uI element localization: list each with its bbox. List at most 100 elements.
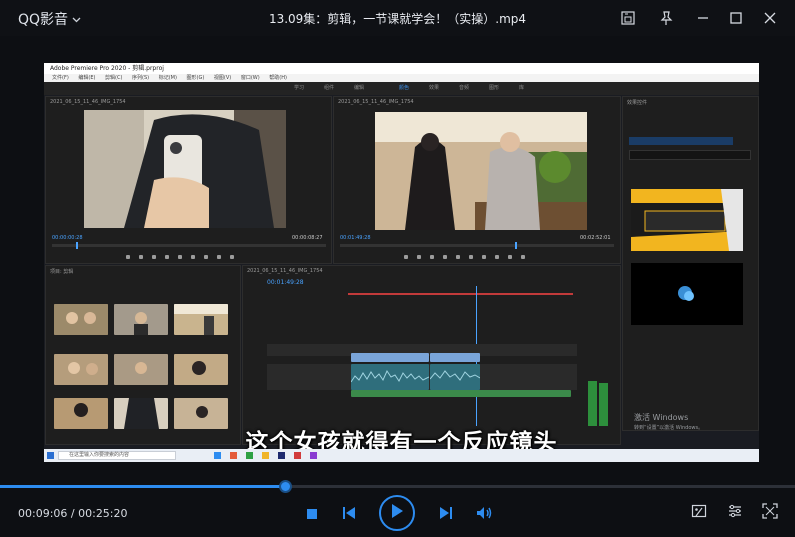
effects-preview-1[interactable] xyxy=(631,189,743,251)
fullscreen-icon xyxy=(762,503,778,523)
progress-fill xyxy=(0,485,286,488)
premiere-menu-bar: 文件(F) 编辑(E) 剪辑(C) 序列(S) 标记(M) 图形(G) 视图(V… xyxy=(44,74,759,82)
music-clip[interactable] xyxy=(351,390,571,397)
workspace-tab: 效果 xyxy=(429,85,440,91)
taskbar-app-icon xyxy=(278,452,285,459)
source-playhead[interactable] xyxy=(76,242,78,249)
project-thumbnail[interactable] xyxy=(54,354,108,385)
next-icon xyxy=(439,505,453,524)
effects-selected-item[interactable] xyxy=(629,137,733,145)
project-thumbnail[interactable] xyxy=(114,304,168,335)
progress-handle[interactable] xyxy=(279,480,293,493)
activate-line1: 激活 Windows xyxy=(634,413,689,422)
menu-item: 视图(V) xyxy=(213,75,232,81)
stop-button[interactable] xyxy=(305,507,319,521)
title-bar: QQ影音 13.09集：剪辑，一节课就学会！（实操）.mp4 xyxy=(0,0,795,36)
fullscreen-button[interactable] xyxy=(762,503,778,523)
previous-icon xyxy=(342,505,356,524)
workspace-tab: 组件 xyxy=(324,85,335,91)
audio-meter-right xyxy=(599,383,608,426)
total-time: 00:25:20 xyxy=(78,507,128,520)
project-thumbnail[interactable] xyxy=(174,354,228,385)
menu-item: 编辑(E) xyxy=(78,75,96,81)
program-playhead[interactable] xyxy=(515,242,517,249)
source-timecode: 00:00:00:28 xyxy=(52,235,83,241)
program-monitor: 2021_06_15_11_46_IMG_1754 00:01:49:28 00… xyxy=(333,96,621,264)
menu-item: 标记(M) xyxy=(158,75,177,81)
next-button[interactable] xyxy=(438,506,454,522)
screen-capture-icon[interactable] xyxy=(619,9,637,27)
taskbar-search: 在这里输入你要搜索的内容 xyxy=(58,451,176,460)
effects-preview-2[interactable] xyxy=(631,263,743,325)
program-duration: 00:02:52:01 xyxy=(580,235,611,241)
effects-header: 效果控件 xyxy=(627,100,648,106)
window-title: 13.09集：剪辑，一节课就学会！（实操）.mp4 xyxy=(268,12,527,26)
workspace-tab: 音频 xyxy=(459,85,470,91)
project-thumbnail[interactable] xyxy=(114,354,168,385)
source-frame xyxy=(84,110,286,228)
project-thumbnail[interactable] xyxy=(54,304,108,335)
settings-button[interactable] xyxy=(727,503,743,523)
project-thumbnail[interactable] xyxy=(174,304,228,335)
effects-panel: 效果控件 xyxy=(622,96,759,431)
video-frame[interactable]: Adobe Premiere Pro 2020 - 剪辑.prproj 文件(F… xyxy=(44,63,759,462)
menu-item: 剪辑(C) xyxy=(105,75,123,81)
pin-icon[interactable] xyxy=(657,9,675,27)
close-icon[interactable] xyxy=(761,9,779,27)
workspace-tab: 编辑 xyxy=(354,85,365,91)
source-scrubber[interactable] xyxy=(52,242,326,249)
program-timecode: 00:01:49:28 xyxy=(340,235,371,241)
stop-icon xyxy=(306,505,318,524)
menu-item: 帮助(H) xyxy=(269,75,287,81)
time-separator: / xyxy=(67,507,79,520)
play-button[interactable] xyxy=(379,495,415,531)
workspace-bar: 学习 组件 编辑 颜色 效果 音频 图形 库 xyxy=(44,82,759,95)
source-tab: 2021_06_15_11_46_IMG_1754 xyxy=(50,99,126,105)
previous-button[interactable] xyxy=(341,506,357,522)
audio-meter-left xyxy=(588,381,597,426)
video-clip[interactable] xyxy=(351,353,429,362)
source-transport[interactable] xyxy=(126,253,234,261)
project-header: 项目: 剪辑 xyxy=(50,269,74,275)
program-tab: 2021_06_15_11_46_IMG_1754 xyxy=(338,99,414,105)
menu-item: 文件(F) xyxy=(52,75,69,81)
timeline-timecode: 00:01:49:28 xyxy=(267,279,304,286)
work-area-bar[interactable] xyxy=(348,293,573,295)
time-display: 00:09:06 / 00:25:20 xyxy=(18,507,128,520)
volume-button[interactable] xyxy=(475,505,493,523)
windows-start-icon xyxy=(47,452,54,459)
program-transport[interactable] xyxy=(404,253,525,261)
taskbar-app-icon xyxy=(294,452,301,459)
premiere-title-bar: Adobe Premiere Pro 2020 - 剪辑.prproj xyxy=(44,63,759,74)
effects-search-input[interactable] xyxy=(629,150,751,160)
menu-item: 序列(S) xyxy=(132,75,150,81)
workspace-tab: 颜色 xyxy=(399,85,410,91)
screenshot-button[interactable] xyxy=(691,503,707,523)
menu-item: 图形(G) xyxy=(186,75,205,81)
current-time: 00:09:06 xyxy=(18,507,68,520)
play-icon xyxy=(390,503,404,523)
taskbar-app-icon xyxy=(230,452,237,459)
taskbar-app-icon xyxy=(214,452,221,459)
progress-bar[interactable] xyxy=(0,480,795,493)
taskbar-app-icon xyxy=(262,452,269,459)
taskbar-app-icon xyxy=(246,452,253,459)
workspace-tab: 图形 xyxy=(489,85,500,91)
maximize-icon[interactable] xyxy=(727,9,745,27)
program-frame xyxy=(375,112,587,230)
timeline-tab: 2021_06_15_11_46_IMG_1754 xyxy=(247,268,323,274)
windows-taskbar: 在这里输入你要搜索的内容 xyxy=(44,449,759,462)
program-scrubber[interactable] xyxy=(340,242,614,249)
minimize-icon[interactable] xyxy=(694,9,712,27)
settings-icon xyxy=(727,503,743,523)
audio-clip[interactable] xyxy=(351,364,429,390)
menu-item: 窗口(W) xyxy=(240,75,260,81)
screenshot-icon xyxy=(691,503,707,523)
volume-icon xyxy=(476,505,493,524)
timeline-panel: 2021_06_15_11_46_IMG_1754 00:01:49:28 xyxy=(242,265,621,445)
video-clip[interactable] xyxy=(430,353,480,362)
workspace-tab: 学习 xyxy=(294,85,305,91)
source-duration: 00:00:08:27 xyxy=(292,235,323,241)
audio-clip[interactable] xyxy=(430,364,480,390)
source-monitor: 2021_06_15_11_46_IMG_1754 00:00:00:28 00… xyxy=(45,96,332,264)
